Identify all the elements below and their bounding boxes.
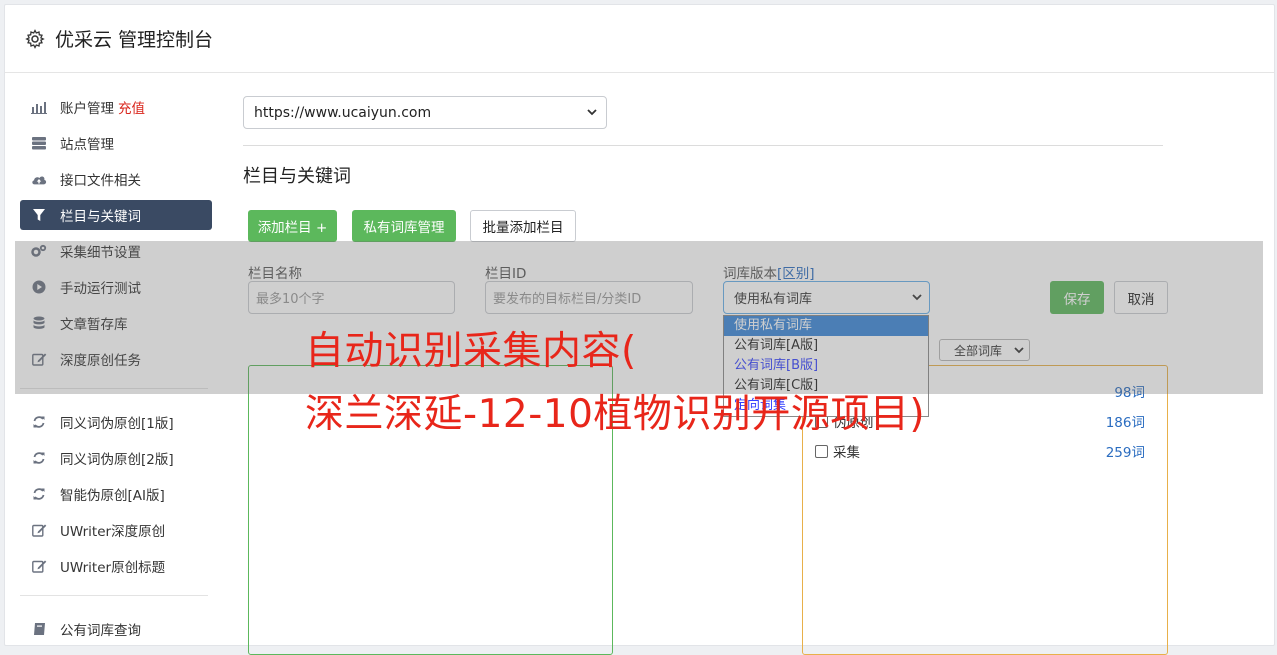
watermark-overlay-band — [15, 241, 1263, 394]
sidebar-item-uwriter-deep[interactable]: UWriter深度原创 — [20, 515, 212, 545]
batch-add-button[interactable]: 批量添加栏目 — [470, 210, 576, 242]
sidebar-item-uwriter-title[interactable]: UWriter原创标题 — [20, 551, 212, 581]
gear-icon — [25, 28, 45, 49]
watermark-line-1: 自动识别采集内容( — [305, 329, 637, 374]
edit-icon — [31, 558, 47, 574]
keyword-count[interactable]: 259词 — [1106, 441, 1145, 461]
sidebar-item-ai-rewrite[interactable]: 智能伪原创[AI版] — [20, 479, 212, 509]
edit-icon — [31, 522, 47, 538]
keyword-group-label: 采集 — [833, 445, 860, 461]
cloud-upload-icon — [31, 171, 47, 187]
server-icon — [31, 135, 47, 151]
sidebar-item-synonym-v2[interactable]: 同义词伪原创[2版] — [20, 443, 212, 473]
sidebar-item-label: 账户管理 — [60, 101, 114, 117]
refresh-icon — [31, 486, 47, 502]
site-select[interactable]: https://www.ucaiyun.com — [243, 96, 607, 129]
book-icon — [31, 621, 47, 637]
site-select-value: https://www.ucaiyun.com — [254, 104, 432, 121]
sidebar-item-label: 站点管理 — [60, 137, 114, 153]
sidebar-item-label: 同义词伪原创[2版] — [60, 452, 174, 468]
chevron-down-icon — [587, 109, 597, 116]
bar-chart-icon — [31, 99, 47, 115]
keyword-count[interactable]: 186词 — [1106, 411, 1145, 431]
divider — [243, 145, 1163, 146]
watermark-line-2: 深兰深延-12-10植物识别开源项目) — [305, 392, 926, 437]
sidebar-item-label: 接口文件相关 — [60, 173, 141, 189]
sidebar-item-label: 智能伪原创[AI版] — [60, 488, 165, 504]
filter-icon — [31, 207, 47, 223]
private-lib-button[interactable]: 私有词库管理 — [352, 210, 456, 242]
refresh-icon — [31, 414, 47, 430]
checkbox[interactable] — [815, 444, 828, 458]
sidebar-item-interface[interactable]: 接口文件相关 — [20, 164, 212, 194]
recharge-link[interactable]: 充值 — [118, 97, 145, 117]
keyword-group-row[interactable]: 采集 259词 — [815, 440, 1145, 462]
sidebar-item-label: 同义词伪原创[1版] — [60, 416, 174, 432]
sidebar-item-columns[interactable]: 栏目与关键词 — [20, 200, 212, 230]
refresh-icon — [31, 450, 47, 466]
add-column-button[interactable]: 添加栏目 + — [248, 210, 337, 242]
sidebar-divider — [20, 595, 208, 596]
sidebar-item-label: 栏目与关键词 — [60, 209, 141, 225]
sidebar-item-label: 公有词库查询 — [60, 623, 141, 639]
page-title: 优采云 管理控制台 — [55, 29, 214, 51]
sidebar-item-label: UWriter原创标题 — [60, 560, 166, 576]
page-header: 优采云 管理控制台 — [5, 5, 1274, 73]
section-title: 栏目与关键词 — [243, 166, 351, 187]
sidebar-item-sites[interactable]: 站点管理 — [20, 128, 212, 158]
sidebar-item-account[interactable]: 账户管理 充值 — [20, 92, 212, 122]
sidebar-item-synonym-v1[interactable]: 同义词伪原创[1版] — [20, 407, 212, 437]
sidebar-item-label: UWriter深度原创 — [60, 524, 166, 540]
sidebar-item-public-lib[interactable]: 公有词库查询 — [20, 614, 212, 644]
